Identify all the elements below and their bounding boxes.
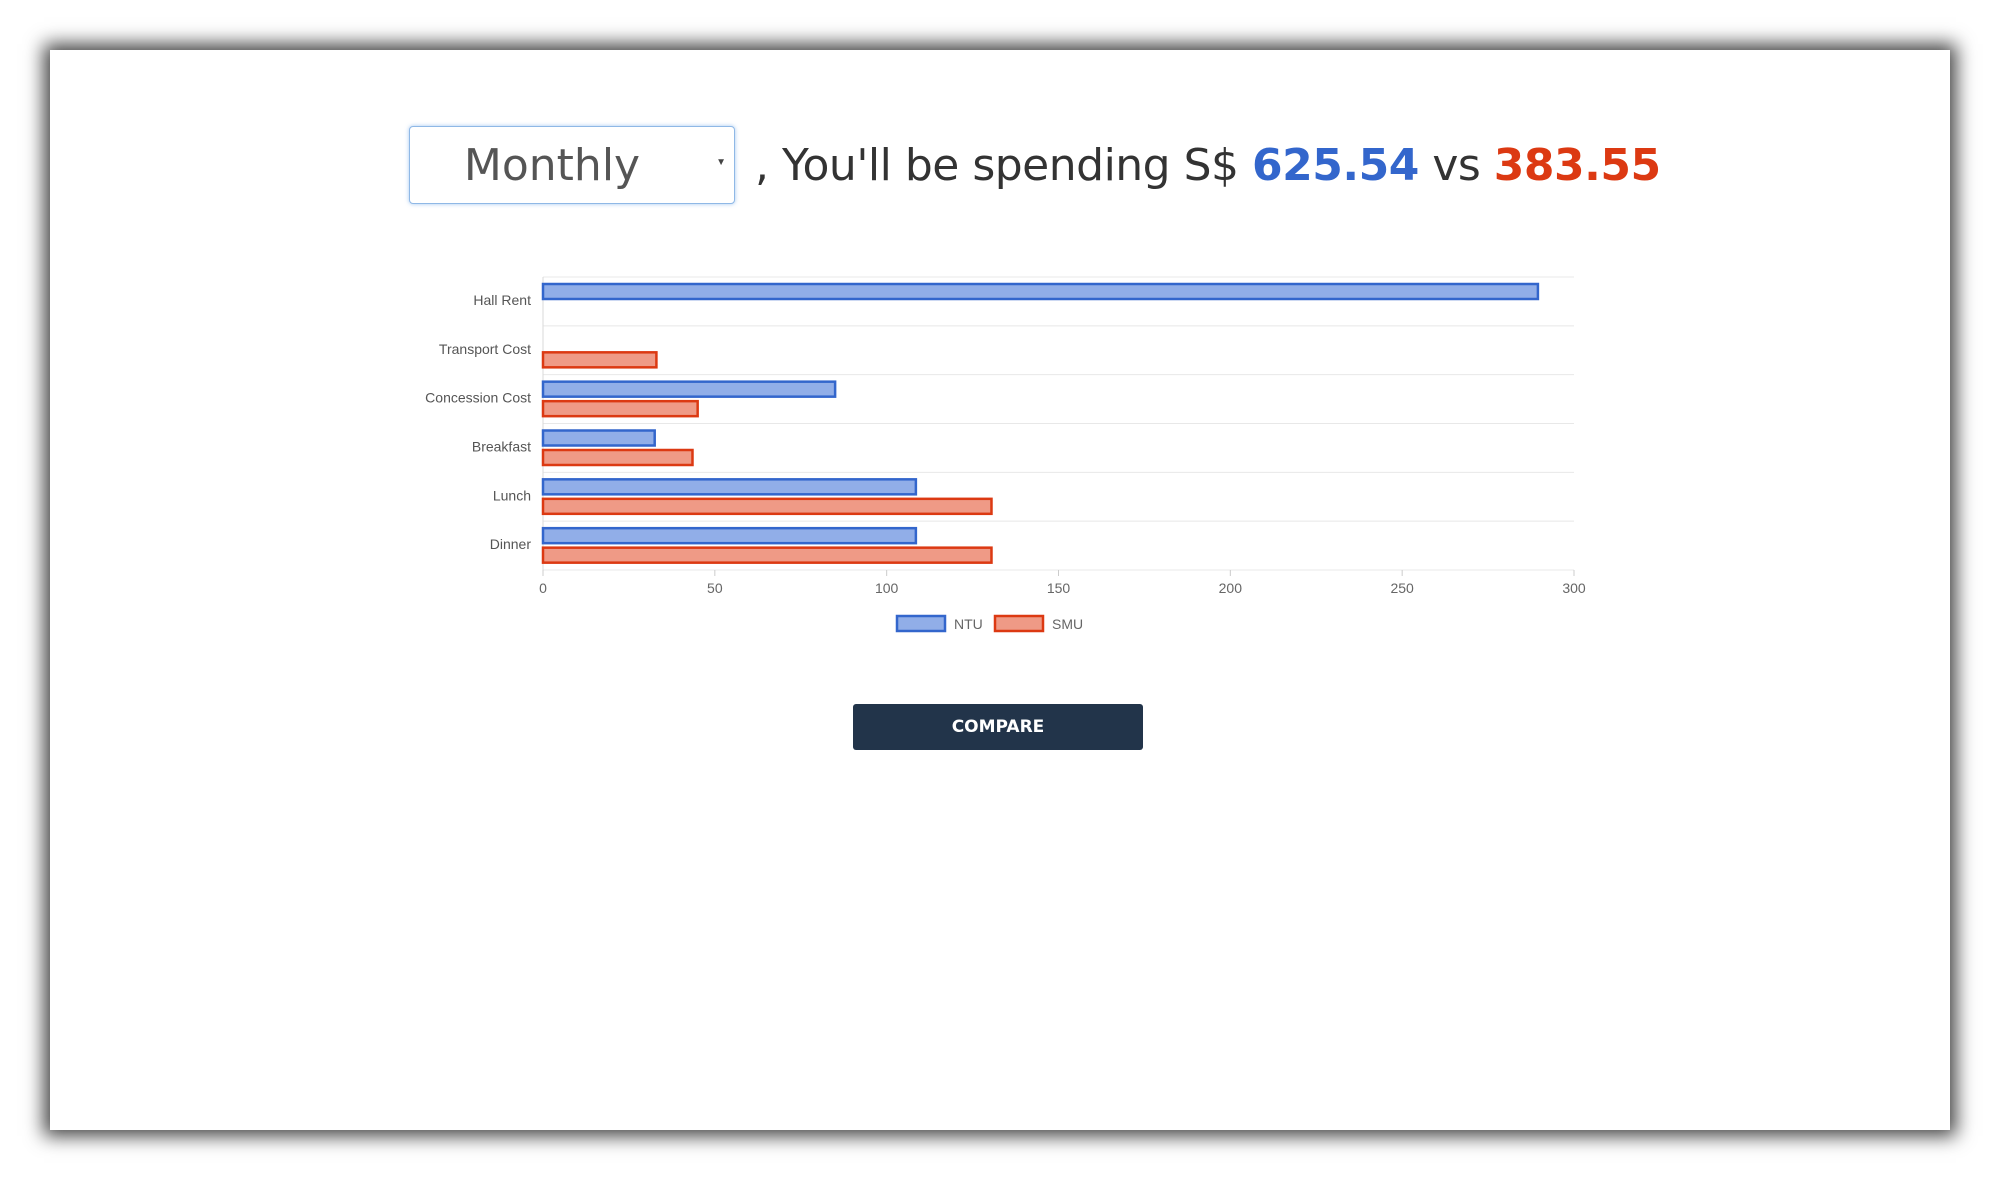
legend-swatch-ntu xyxy=(895,614,947,633)
x-tick-label: 250 xyxy=(1390,580,1414,596)
app-window: Monthly ▼ , You'll be spending S$ 625.54… xyxy=(50,50,1950,1130)
x-tick-label: 50 xyxy=(707,580,723,596)
category-label: Concession Cost xyxy=(425,390,531,406)
bar-smu-transport-cost xyxy=(541,351,658,369)
category-label: Lunch xyxy=(493,487,531,503)
category-label: Dinner xyxy=(490,536,532,552)
bar-ntu-concession-cost xyxy=(541,380,837,398)
bar-ntu-hall-rent xyxy=(541,282,1540,301)
compare-button[interactable]: COMPARE xyxy=(853,704,1143,750)
category-label: Transport Cost xyxy=(439,341,531,357)
bar-smu-concession-cost xyxy=(541,399,699,418)
x-tick-label: 0 xyxy=(539,580,547,596)
x-tick-label: 150 xyxy=(1047,580,1071,596)
legend-swatch-smu xyxy=(993,614,1045,633)
bar-ntu-lunch xyxy=(541,478,918,496)
bar-ntu-dinner xyxy=(541,526,918,545)
category-label: Hall Rent xyxy=(473,292,531,308)
cost-comparison-chart: 0 50 100 150 200 250 300 Hall Rent Transport Cos… xyxy=(425,276,1586,633)
legend-label-smu: SMU xyxy=(1052,616,1083,632)
x-tick-label: 200 xyxy=(1219,580,1243,596)
category-label: Breakfast xyxy=(472,439,531,455)
bar-smu-lunch xyxy=(541,497,993,516)
bar-smu-breakfast xyxy=(541,448,694,467)
bar-smu-dinner xyxy=(541,546,993,564)
legend-label-ntu: NTU xyxy=(954,616,983,632)
x-tick-label: 100 xyxy=(875,580,899,596)
x-tick-label: 300 xyxy=(1562,580,1586,596)
bar-ntu-breakfast xyxy=(541,429,656,447)
